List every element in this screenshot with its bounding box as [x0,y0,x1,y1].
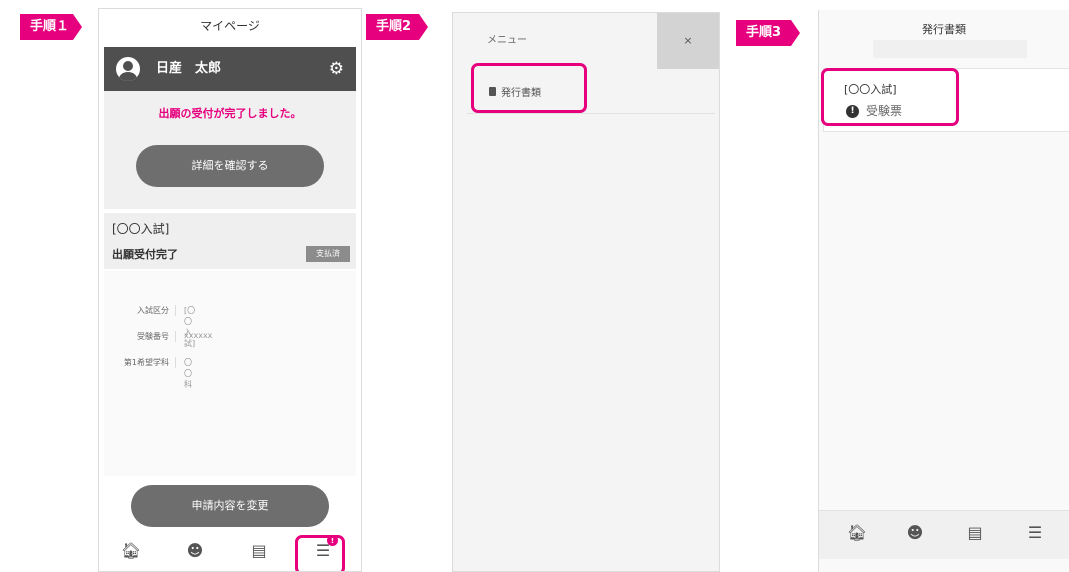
detail-label: 入試区分 [116,305,176,316]
menu-screen: メニュー × 発行書類 [452,12,720,572]
step3-label: 手順3 [746,25,782,40]
id-card-icon[interactable]: ▤ [247,539,271,563]
menu-header: メニュー × [453,13,719,69]
paid-badge: 支払済 [306,246,350,262]
highlight-menu-button [295,535,345,571]
detail-value: xxxxxx [184,331,213,340]
change-application-button[interactable]: 申請内容を変更 [131,485,329,527]
home-icon[interactable]: 🏠︎ [845,521,869,545]
documents-screen: 発行書類 [〇〇入試] ! 受験票 🏠︎ ☻ ▤ ☰ [818,10,1069,572]
exam-card-header: [〇〇入試] 出願受付完了 支払済 [104,213,356,269]
id-card-icon[interactable]: ▤ [963,521,987,545]
detail-value: 〇〇科 [184,358,192,389]
home-icon[interactable]: 🏠︎ [119,539,143,563]
step1-label: 手順１ [30,19,70,34]
highlight-admission-ticket [821,68,959,126]
detail-label: 受験番号 [116,331,176,342]
step1-badge: 手順１ [20,14,82,40]
highlight-documents-item [471,63,587,113]
mypage-screen: マイページ 日産 太郎 ⚙ 出願の受付が完了しました。 詳細を確認する [〇〇入… [98,8,362,572]
step2-badge: 手順2 [366,14,428,40]
close-button[interactable]: × [657,13,719,69]
avatar-icon [116,57,140,81]
step2-label: 手順2 [376,19,412,34]
detail-label: 第1希望学科 [116,357,176,368]
step3-badge: 手順3 [736,20,800,46]
detail-value: [〇〇入試] [184,306,196,348]
page-title: マイページ [200,19,260,33]
menu-icon[interactable]: ☰ [1023,521,1047,545]
exam-status: 出願受付完了 [112,248,178,261]
notice-panel: 出願の受付が完了しました。 詳細を確認する [104,91,356,209]
gear-icon[interactable]: ⚙ [329,47,344,91]
face-icon[interactable]: ☻ [903,521,927,545]
bottom-nav: 🏠︎ ☻ ▤ ☰ [819,510,1069,559]
detail-button[interactable]: 詳細を確認する [136,145,324,187]
face-icon[interactable]: ☻ [183,539,207,563]
user-header: 日産 太郎 ⚙ [104,47,356,91]
menu-title: メニュー [487,35,527,46]
exam-detail-table: 入試区分 [〇〇入試] 受験番号 xxxxxx 第1希望学科 〇〇科 [104,271,356,476]
user-name: 日産 太郎 [156,61,222,76]
notice-message: 出願の受付が完了しました。 [158,107,302,120]
title-subbar [873,40,1027,58]
exam-name: [〇〇入試] [112,222,170,236]
